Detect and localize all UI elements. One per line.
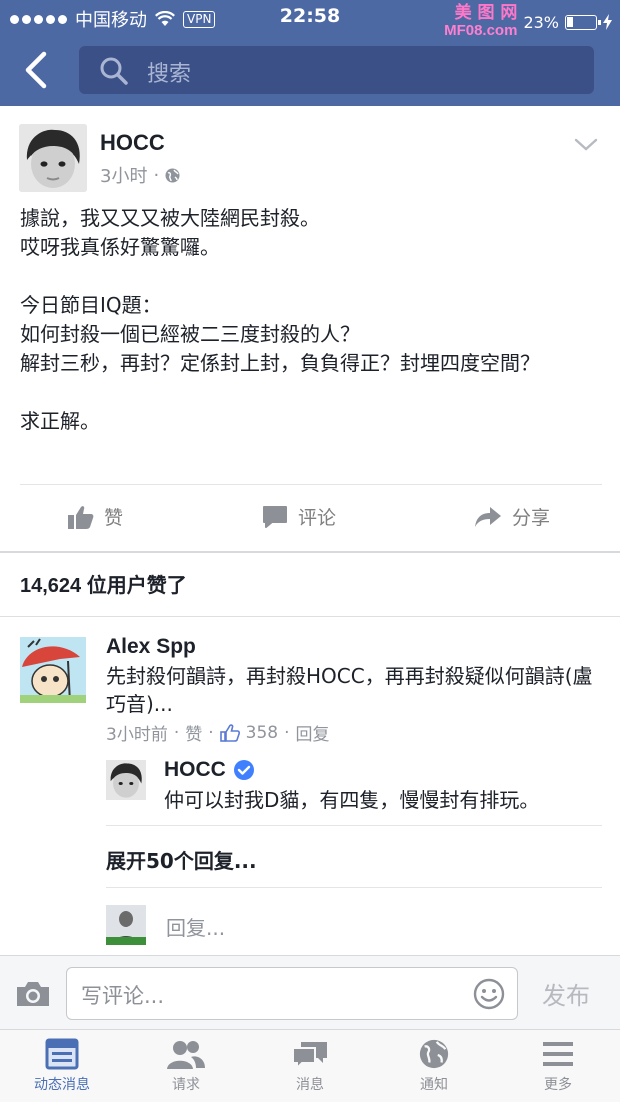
reply-author-name: HOCC	[164, 758, 226, 781]
reply-author-avatar[interactable]	[106, 760, 146, 800]
user-photo-image	[106, 905, 146, 945]
menu-icon	[543, 1042, 573, 1066]
top-navigation-bar: 中国移动 VPN 22:58 美 图 网 MF08.com 23% 搜索	[0, 0, 620, 106]
charging-bolt-icon	[603, 14, 612, 30]
globe-privacy-icon	[165, 168, 180, 182]
author-avatar[interactable]	[19, 124, 87, 192]
tab-more-label: 更多	[544, 1077, 572, 1093]
post-author-name[interactable]: HOCC	[100, 130, 165, 156]
commenter-avatar[interactable]	[20, 637, 86, 703]
current-user-avatar	[106, 905, 146, 945]
reply-author[interactable]: HOCC	[164, 758, 254, 782]
comment-like-link[interactable]: 赞	[185, 720, 202, 745]
tab-notifications-label: 通知	[420, 1077, 448, 1093]
reply-input[interactable]: 回复...	[166, 912, 225, 941]
comment-meta: 3小时前 · 赞 · 358 · 回复	[106, 720, 330, 746]
battery-percent: 23%	[523, 12, 559, 32]
tab-notifications[interactable]: 通知	[372, 1038, 496, 1094]
tab-messages-label: 消息	[296, 1077, 324, 1093]
cartoon-avatar-image	[20, 637, 86, 703]
tab-requests-label: 请求	[172, 1077, 200, 1093]
status-bar: 中国移动 VPN 22:58 美 图 网 MF08.com 23%	[0, 0, 620, 39]
verified-badge-icon	[233, 760, 254, 780]
camera-icon[interactable]	[15, 980, 51, 1008]
reply-divider	[106, 825, 602, 826]
share-arrow-icon	[475, 506, 501, 527]
reply-divider	[106, 887, 602, 888]
comment-label: 评论	[298, 507, 337, 529]
watermark-logo-text: 美 图 网	[454, 3, 518, 23]
watermark-logo: 美 图 网 MF08.com	[444, 3, 518, 40]
globe-notifications-icon	[419, 1039, 449, 1069]
post-meta: 3小时 ·	[100, 162, 180, 188]
thumbs-up-outline-icon	[219, 723, 240, 742]
search-icon	[100, 57, 128, 85]
back-arrow-icon[interactable]	[22, 50, 52, 90]
emoji-smiley-icon[interactable]	[473, 978, 505, 1010]
share-label: 分享	[512, 507, 551, 529]
child-portrait-image	[19, 124, 87, 192]
meta-separator: ·	[284, 722, 290, 743]
battery-icon	[565, 14, 601, 30]
comment-text: 先封殺何韻詩，再封殺HOCC，再再封殺疑似何韻詩(盧巧音)...	[106, 664, 593, 716]
likes-summary[interactable]: 14,624 位用户赞了	[20, 569, 187, 598]
post-body-text: 據說，我又又又被大陸網民封殺。 哎呀我真係好驚驚囉。 今日節目IQ題： 如何封殺…	[20, 206, 540, 433]
reply-text: 仲可以封我D貓，有四隻，慢慢封有排玩。	[164, 788, 540, 812]
like-button[interactable]: 赞	[68, 503, 123, 530]
likes-count: 14,624	[20, 575, 82, 597]
tab-more[interactable]: 更多	[496, 1038, 620, 1094]
commenter-name[interactable]: Alex Spp	[106, 635, 196, 659]
comment-composer: 写评论... 发布	[0, 955, 620, 1030]
search-placeholder: 搜索	[147, 62, 192, 87]
news-feed-icon	[45, 1038, 79, 1070]
thumbs-up-icon	[68, 505, 94, 529]
comment-button[interactable]: 评论	[262, 503, 336, 530]
comment-reply-link[interactable]: 回复	[296, 720, 330, 745]
comment-input[interactable]: 写评论...	[66, 967, 518, 1020]
comment-input-placeholder: 写评论...	[81, 984, 165, 1008]
section-divider	[0, 551, 620, 553]
meta-separator: ·	[173, 722, 180, 743]
tab-messages[interactable]: 消息	[248, 1038, 372, 1094]
friend-requests-icon	[167, 1041, 205, 1069]
comment-like-count[interactable]: 358	[246, 723, 278, 743]
status-right: 美 图 网 MF08.com 23%	[444, 5, 612, 39]
publish-button[interactable]: 发布	[542, 976, 590, 1011]
likes-suffix: 位用户赞了	[86, 573, 187, 597]
messages-icon	[292, 1042, 327, 1070]
tab-news-feed[interactable]: 动态消息	[0, 1038, 124, 1094]
search-input[interactable]: 搜索	[79, 46, 594, 94]
tab-news-feed-label: 动态消息	[34, 1077, 90, 1093]
share-button[interactable]: 分享	[474, 503, 550, 530]
post-action-bar: 赞 评论 分享	[20, 484, 602, 548]
likes-divider	[0, 616, 620, 617]
like-label: 赞	[104, 507, 124, 529]
comment-time: 3小时前	[106, 725, 168, 745]
meta-separator: ·	[208, 722, 214, 743]
meta-separator: ·	[153, 164, 160, 186]
bottom-tab-bar: 动态消息 请求 消息 通知 更多	[0, 1030, 620, 1102]
tab-requests[interactable]: 请求	[124, 1038, 248, 1094]
chevron-down-icon[interactable]	[574, 138, 598, 152]
post-time[interactable]: 3小时	[100, 162, 147, 188]
child-portrait-image	[106, 760, 146, 800]
expand-replies-link[interactable]: 展开50个回复...	[106, 845, 257, 874]
comment-bubble-icon	[263, 505, 287, 528]
watermark-url: MF08.com	[444, 22, 518, 39]
